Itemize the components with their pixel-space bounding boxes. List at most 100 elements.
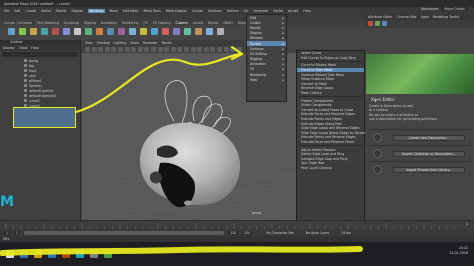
- viewport-toolbar-icon[interactable]: [217, 47, 222, 52]
- taskbar-app-icon[interactable]: [34, 250, 42, 258]
- viewport-toolbar-icon[interactable]: [223, 47, 229, 52]
- shelf-tab-arnold[interactable]: Arnold: [193, 21, 203, 25]
- outliner-search-input[interactable]: [2, 52, 78, 57]
- panel-tab-attribute-editor[interactable]: Attribute Editor: [368, 15, 393, 19]
- menu-item-help[interactable]: Help ▸: [247, 77, 286, 82]
- viewport-toolbar-icon[interactable]: [164, 47, 170, 52]
- shelf-tool-icon[interactable]: [30, 28, 37, 35]
- viewport-toolbar-icon[interactable]: [85, 47, 90, 52]
- menu-display[interactable]: Display: [72, 9, 84, 13]
- import-presets-button[interactable]: Import Presets from Library...: [393, 167, 465, 173]
- viewport-menu-view[interactable]: View: [85, 41, 93, 45]
- viewport-toolbar-icon[interactable]: [144, 47, 150, 52]
- submenu-item[interactable]: Slide Edge Loops and Reverse Edges: [297, 126, 364, 131]
- menu-uv[interactable]: UV: [244, 9, 249, 13]
- fps-dropdown[interactable]: 24 fps: [341, 231, 351, 235]
- viewport-toolbar-icon[interactable]: [236, 47, 242, 52]
- taskbar-app-icon[interactable]: [76, 250, 84, 258]
- menu-windows[interactable]: Windows: [88, 8, 105, 13]
- viewport-toolbar-icon[interactable]: [177, 47, 183, 52]
- menu-cache[interactable]: Cache: [273, 9, 283, 13]
- shelf-tool-icon[interactable]: [162, 28, 169, 35]
- submenu-item[interactable]: Edit Curves to Edges as Loop Ring: [297, 56, 364, 61]
- viewport-menu-show[interactable]: Show: [130, 41, 139, 45]
- shelf-tool-icon[interactable]: [52, 28, 59, 35]
- shelf-tab-fx[interactable]: FX: [144, 21, 148, 25]
- shelf-tool-icon[interactable]: [195, 28, 202, 35]
- submenu-item[interactable]: Extrude Points and Reverse Edges: [297, 135, 364, 140]
- viewport-toolbar-icon[interactable]: [124, 47, 130, 52]
- viewport-toolbar-icon[interactable]: [203, 47, 209, 52]
- shelf-tool-icon[interactable]: [217, 28, 224, 35]
- range-end-field[interactable]: 200: [242, 230, 253, 235]
- outliner-menu-show[interactable]: Show: [19, 46, 28, 50]
- panel-tab-channel-box[interactable]: Channel Box: [397, 15, 417, 19]
- viewport-menu-shading[interactable]: Shading: [97, 41, 110, 45]
- taskbar-app-icon[interactable]: [48, 250, 56, 258]
- viewport-menu-panels[interactable]: Panels: [162, 41, 172, 45]
- menu-generate[interactable]: Generate: [253, 9, 268, 13]
- shelf-tab-mash[interactable]: MASH: [223, 21, 232, 25]
- shelf-tool-icon[interactable]: [118, 28, 125, 35]
- shelf-tool-icon[interactable]: [206, 28, 213, 35]
- viewport-toolbar-icon[interactable]: [104, 47, 110, 52]
- submenu-item[interactable]: Slide Edge Loops Along Edges by Distance: [297, 131, 369, 136]
- outliner-menu-help[interactable]: Help: [31, 46, 38, 50]
- shelf-tool-icon[interactable]: [8, 28, 15, 35]
- menu-create[interactable]: Create: [26, 9, 37, 13]
- current-frame-field[interactable]: 1: [466, 222, 468, 226]
- shelf-tab-rigging[interactable]: Rigging: [84, 21, 96, 25]
- panel-tab-modelling-toolkit[interactable]: Modelling Toolkit: [433, 15, 460, 19]
- shelf-tab-bifrost[interactable]: Bifrost: [208, 21, 218, 25]
- viewport-toolbar-icon[interactable]: [230, 47, 236, 52]
- menu-mesh[interactable]: Mesh: [110, 9, 118, 13]
- panel-tab-xgen[interactable]: Xgen: [421, 15, 429, 19]
- menu-edit-mesh[interactable]: Edit Mesh: [123, 9, 139, 13]
- viewport-menu-lighting[interactable]: Lighting: [114, 41, 127, 45]
- viewport-toolbar-icon[interactable]: [111, 47, 117, 52]
- range-bar[interactable]: [24, 230, 225, 235]
- menu-arnold[interactable]: Arnold: [288, 9, 298, 13]
- viewport-toolbar-icon[interactable]: [118, 47, 123, 52]
- menu-surfaces[interactable]: Surfaces: [208, 9, 222, 13]
- anim-layer-dropdown[interactable]: No Anim Layer: [306, 231, 329, 235]
- viewport-menu-renderer[interactable]: Renderer: [143, 41, 158, 45]
- shelf-tab-rendering[interactable]: Rendering: [122, 21, 138, 25]
- shelf-tab-poly-modeling[interactable]: Poly Modeling: [37, 21, 59, 25]
- shelf-tab-animation[interactable]: Animation: [101, 21, 117, 25]
- viewport-toolbar-icon[interactable]: [98, 47, 104, 52]
- shelf-tab-sculpting[interactable]: Sculpting: [64, 21, 79, 25]
- workspace-selector[interactable]: Workspace Maya Classic: [421, 7, 468, 11]
- viewport-toolbar-icon[interactable]: [210, 47, 216, 52]
- shelf-tab-curves-surfaces[interactable]: Curves / Surfaces: [4, 21, 32, 25]
- time-slider[interactable]: 1: [0, 220, 474, 230]
- menu-edit[interactable]: Edit: [14, 9, 20, 13]
- shelf-tab-fx-caching[interactable]: FX Caching: [153, 21, 171, 25]
- viewport-toolbar-icon[interactable]: [190, 47, 196, 52]
- shelf-tool-icon[interactable]: [19, 28, 26, 35]
- submenu-item[interactable]: Extrude Faces and Reverse Edges: [297, 112, 364, 117]
- import-collection-button[interactable]: Import Collection or Description...: [393, 151, 465, 157]
- xgen-refresh-icon[interactable]: [382, 21, 387, 26]
- workspace-value[interactable]: Maya Classic: [441, 7, 468, 11]
- shelf-tool-icon[interactable]: [96, 28, 103, 35]
- shelf-tool-icon[interactable]: [63, 28, 70, 35]
- shelf-tool-icon[interactable]: [129, 28, 136, 35]
- viewport-toolbar-icon[interactable]: [151, 47, 156, 52]
- outliner-menu-display[interactable]: Display: [3, 46, 15, 50]
- xgen-create-icon[interactable]: [368, 21, 373, 26]
- menu-mesh-display[interactable]: Mesh Display: [166, 9, 187, 13]
- character-set-dropdown[interactable]: No Character Set: [266, 231, 293, 235]
- menu-modify[interactable]: Modify: [56, 9, 67, 13]
- shelf-tool-icon[interactable]: [74, 28, 81, 35]
- menu-file[interactable]: File: [4, 9, 9, 13]
- menu-mesh-tools[interactable]: Mesh Tools: [144, 9, 161, 13]
- create-description-button[interactable]: Create New Description...: [393, 135, 465, 141]
- submenu-item[interactable]: Extrude Faces and Reverse Faces: [297, 140, 364, 145]
- shelf-tool-icon[interactable]: [85, 28, 92, 35]
- shelf-tool-icon[interactable]: [184, 28, 191, 35]
- shelf-tab-custom[interactable]: Custom: [175, 21, 187, 25]
- submenu-item[interactable]: Mesh History: [297, 91, 364, 96]
- viewport-toolbar-icon[interactable]: [197, 47, 203, 52]
- range-start-field[interactable]: 1: [4, 230, 11, 235]
